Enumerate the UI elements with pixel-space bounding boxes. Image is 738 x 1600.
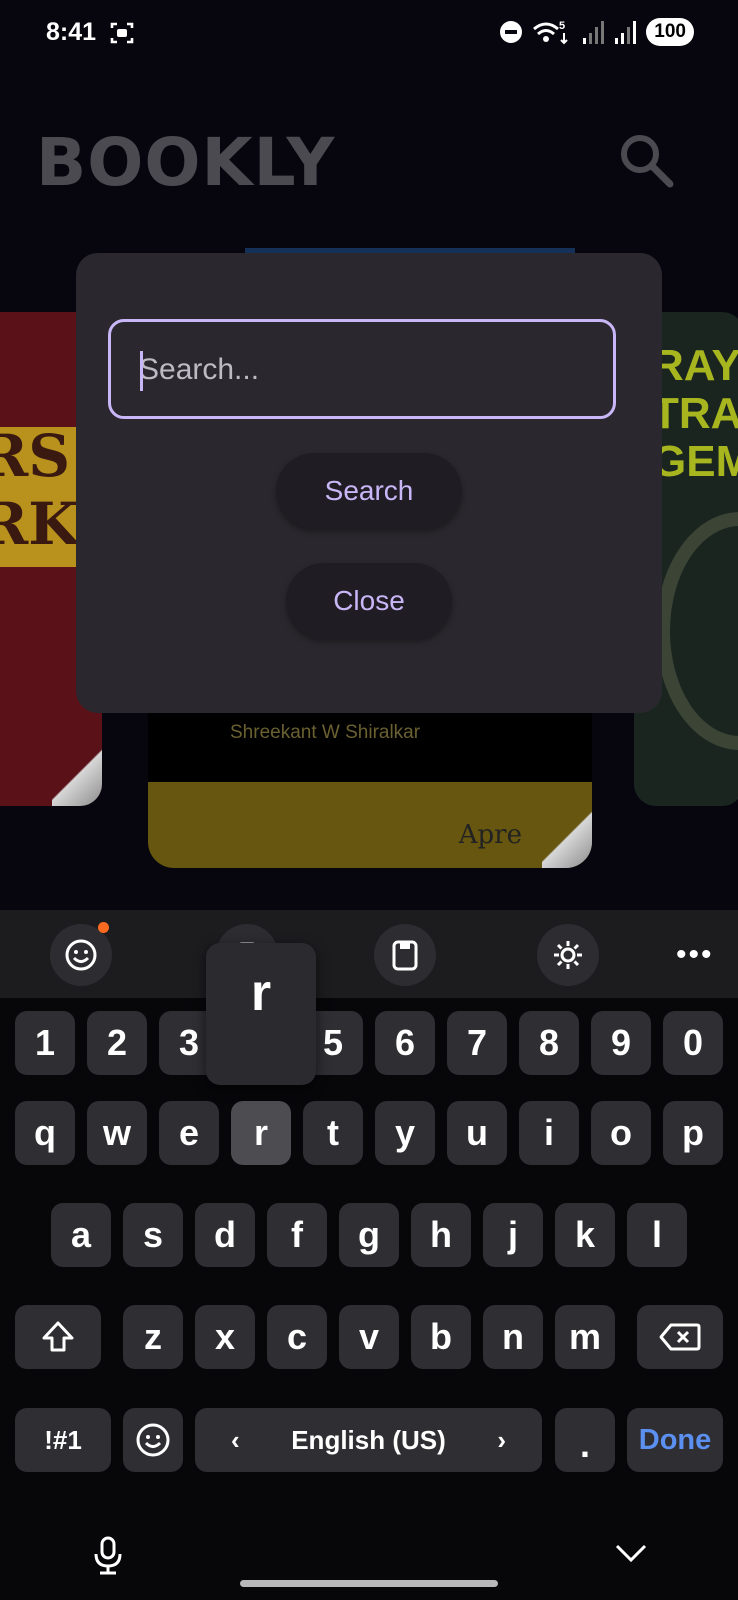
key-0[interactable]: 0 bbox=[663, 1011, 723, 1075]
key-2[interactable]: 2 bbox=[87, 1011, 147, 1075]
key-z[interactable]: z bbox=[123, 1305, 183, 1369]
key-7[interactable]: 7 bbox=[447, 1011, 507, 1075]
app-title: BOOKLY bbox=[36, 124, 336, 201]
search-button[interactable]: Search bbox=[276, 453, 462, 529]
smiley-icon bbox=[65, 939, 97, 971]
book-cover-band bbox=[148, 782, 592, 868]
notification-dot bbox=[98, 922, 109, 933]
key-1[interactable]: 1 bbox=[15, 1011, 75, 1075]
search-field[interactable] bbox=[108, 319, 616, 419]
book-publisher: Apre bbox=[458, 820, 522, 850]
key-f[interactable]: f bbox=[267, 1203, 327, 1267]
text-cursor bbox=[140, 351, 143, 391]
key-p[interactable]: p bbox=[663, 1101, 723, 1165]
shift-key[interactable] bbox=[15, 1305, 101, 1369]
key-m[interactable]: m bbox=[555, 1305, 615, 1369]
page-curl bbox=[542, 808, 592, 868]
key-a[interactable]: a bbox=[51, 1203, 111, 1267]
page-curl bbox=[52, 746, 102, 806]
navigation-bar bbox=[0, 1528, 738, 1600]
microphone-icon[interactable] bbox=[92, 1536, 124, 1576]
shift-icon bbox=[42, 1321, 74, 1352]
do-not-disturb-icon bbox=[500, 21, 523, 43]
key-c[interactable]: c bbox=[267, 1305, 327, 1369]
emoji-key[interactable] bbox=[123, 1408, 183, 1472]
key-h[interactable]: h bbox=[411, 1203, 471, 1267]
key-g[interactable]: g bbox=[339, 1203, 399, 1267]
key-v[interactable]: v bbox=[339, 1305, 399, 1369]
search-input[interactable] bbox=[137, 322, 601, 418]
close-button[interactable]: Close bbox=[286, 563, 452, 639]
wifi-icon: 5 bbox=[533, 20, 569, 45]
space-key[interactable]: ‹ English (US) › bbox=[195, 1408, 542, 1472]
search-dialog: Search Close bbox=[76, 253, 662, 713]
key-x[interactable]: x bbox=[195, 1305, 255, 1369]
settings-toolbar-button[interactable] bbox=[537, 924, 599, 986]
key-n[interactable]: n bbox=[483, 1305, 543, 1369]
key-8[interactable]: 8 bbox=[519, 1011, 579, 1075]
key-b[interactable]: b bbox=[411, 1305, 471, 1369]
screenshot-icon bbox=[110, 22, 134, 44]
key-o[interactable]: o bbox=[591, 1101, 651, 1165]
search-icon[interactable] bbox=[616, 130, 676, 190]
smiley-icon bbox=[136, 1423, 170, 1457]
key-e[interactable]: e bbox=[159, 1101, 219, 1165]
book-author: Shreekant W Shiralkar bbox=[230, 722, 421, 743]
key-q[interactable]: q bbox=[15, 1101, 75, 1165]
clipboard-icon bbox=[392, 940, 418, 971]
key-9[interactable]: 9 bbox=[591, 1011, 651, 1075]
emoji-toolbar-button[interactable] bbox=[50, 922, 112, 986]
period-key[interactable]: . bbox=[555, 1408, 615, 1472]
more-options-icon[interactable]: ••• bbox=[676, 938, 714, 972]
key-d[interactable]: d bbox=[195, 1203, 255, 1267]
symbols-key-label: !#1 bbox=[44, 1424, 82, 1455]
book-cover-title: RS RK bbox=[0, 422, 79, 558]
key-u[interactable]: u bbox=[447, 1101, 507, 1165]
key-l[interactable]: l bbox=[627, 1203, 687, 1267]
key-i[interactable]: i bbox=[519, 1101, 579, 1165]
done-key[interactable]: Done bbox=[627, 1408, 723, 1472]
chevron-right-icon[interactable]: › bbox=[497, 1425, 506, 1456]
key-t[interactable]: t bbox=[303, 1101, 363, 1165]
status-icons: 5 100 bbox=[500, 18, 694, 46]
status-bar: 8:41 5 100 bbox=[0, 0, 738, 70]
signal-icon-1 bbox=[583, 21, 605, 44]
book-cover-title: RAY TRA GEM bbox=[652, 341, 738, 486]
key-6[interactable]: 6 bbox=[375, 1011, 435, 1075]
status-time: 8:41 bbox=[46, 18, 97, 46]
home-indicator[interactable] bbox=[240, 1580, 498, 1587]
keyboard-toolbar: ••• bbox=[0, 910, 738, 998]
key-preview-popup: r bbox=[206, 943, 316, 1085]
signal-icon-2 bbox=[615, 21, 637, 44]
symbols-key[interactable]: !#1 bbox=[15, 1408, 111, 1472]
book-cover-art bbox=[656, 512, 738, 750]
language-label: English (US) bbox=[291, 1424, 446, 1455]
chevron-left-icon[interactable]: ‹ bbox=[231, 1425, 240, 1456]
backspace-key[interactable] bbox=[637, 1305, 723, 1369]
key-k[interactable]: k bbox=[555, 1203, 615, 1267]
key-y[interactable]: y bbox=[375, 1101, 435, 1165]
key-r[interactable]: r bbox=[231, 1101, 291, 1165]
backspace-icon bbox=[659, 1323, 701, 1351]
gear-icon bbox=[554, 941, 582, 969]
battery-indicator: 100 bbox=[646, 18, 694, 46]
network-label: 5 bbox=[559, 20, 565, 32]
key-s[interactable]: s bbox=[123, 1203, 183, 1267]
key-w[interactable]: w bbox=[87, 1101, 147, 1165]
clipboard-toolbar-button[interactable] bbox=[374, 924, 436, 986]
chevron-down-icon[interactable] bbox=[614, 1542, 648, 1564]
key-j[interactable]: j bbox=[483, 1203, 543, 1267]
